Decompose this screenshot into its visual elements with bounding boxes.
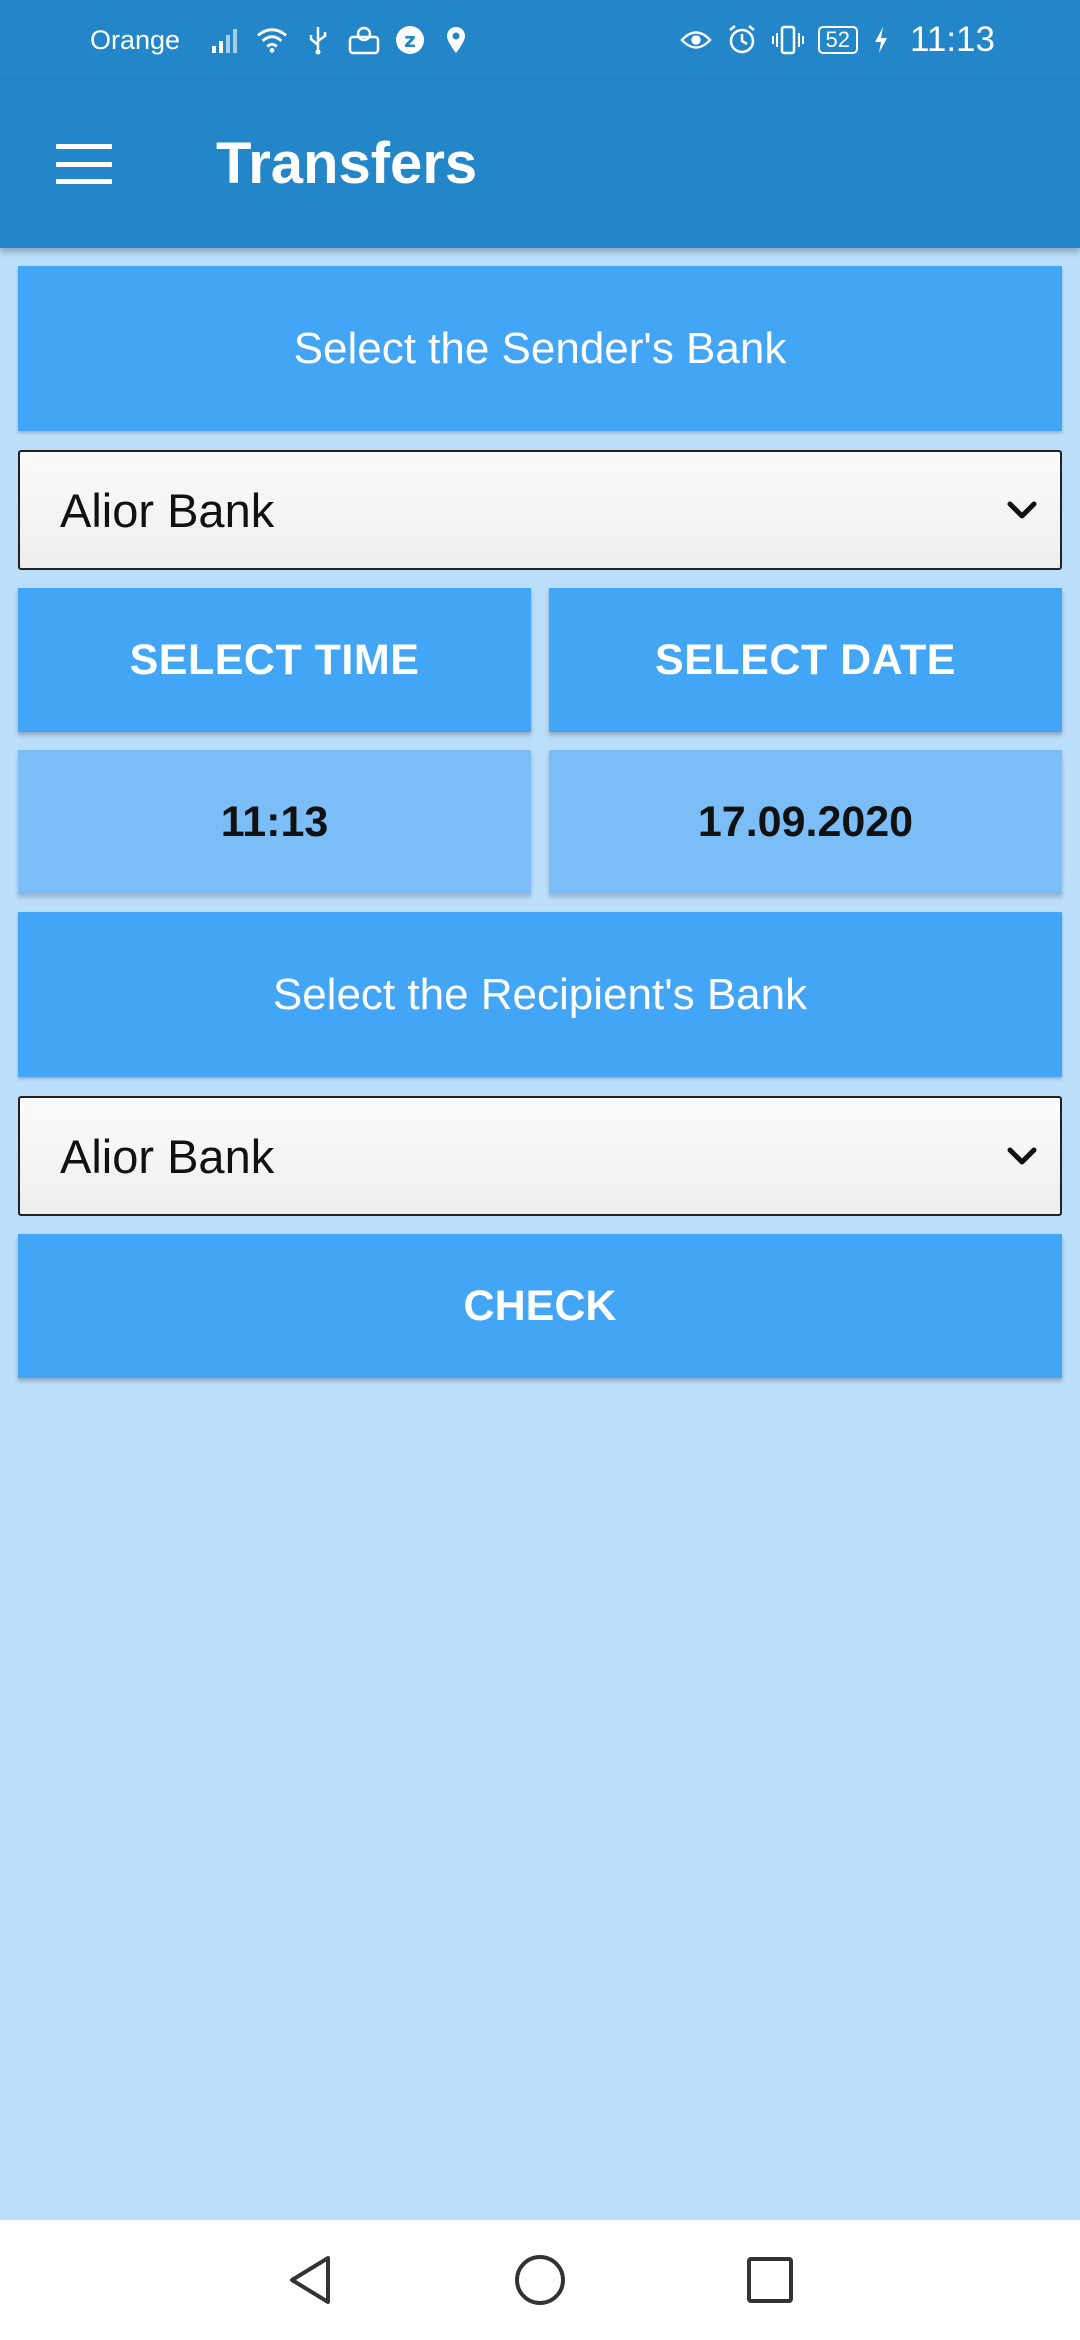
vibrate-icon bbox=[771, 23, 804, 57]
status-clock: 11:13 bbox=[910, 20, 995, 59]
usb-icon bbox=[302, 23, 334, 57]
home-icon[interactable] bbox=[505, 2245, 575, 2315]
status-bar-left: Orange z bbox=[90, 23, 472, 57]
svg-text:z: z bbox=[404, 28, 416, 52]
wifi-icon bbox=[256, 23, 288, 57]
app-bar: Transfers bbox=[0, 80, 1080, 248]
time-value: 11:13 bbox=[18, 750, 531, 894]
status-bar-right: 52 11:13 bbox=[679, 20, 995, 60]
charging-icon bbox=[872, 23, 890, 57]
carrier-name: Orange bbox=[90, 24, 181, 55]
recipient-bank-selected-value: Alior Bank bbox=[60, 1129, 275, 1183]
alarm-icon bbox=[726, 23, 758, 57]
z-app-icon: z bbox=[394, 23, 426, 57]
app-icon bbox=[348, 23, 380, 57]
sender-bank-select[interactable]: Alior Bank bbox=[18, 450, 1062, 570]
check-button[interactable]: CHECK bbox=[18, 1234, 1062, 1378]
sender-bank-header: Select the Sender's Bank bbox=[18, 266, 1062, 431]
select-date-button[interactable]: SELECT DATE bbox=[549, 588, 1062, 732]
hamburger-menu-icon[interactable] bbox=[56, 144, 112, 184]
recipient-bank-select[interactable]: Alior Bank bbox=[18, 1096, 1062, 1216]
chevron-down-icon bbox=[1007, 1147, 1037, 1165]
recipient-bank-header: Select the Recipient's Bank bbox=[18, 912, 1062, 1077]
system-navigation-bar bbox=[0, 2220, 1080, 2340]
chevron-down-icon bbox=[1007, 501, 1037, 519]
status-bar: Orange z 52 11:13 bbox=[0, 0, 1080, 80]
battery-icon: 52 bbox=[817, 26, 858, 54]
recents-icon[interactable] bbox=[735, 2245, 805, 2315]
back-icon[interactable] bbox=[275, 2245, 345, 2315]
location-icon bbox=[440, 23, 472, 57]
page-title: Transfers bbox=[216, 130, 478, 196]
sender-bank-selected-value: Alior Bank bbox=[60, 483, 275, 537]
signal-icon bbox=[210, 23, 242, 57]
date-value: 17.09.2020 bbox=[549, 750, 1062, 894]
select-time-button[interactable]: SELECT TIME bbox=[18, 588, 531, 732]
eye-icon bbox=[679, 23, 712, 57]
